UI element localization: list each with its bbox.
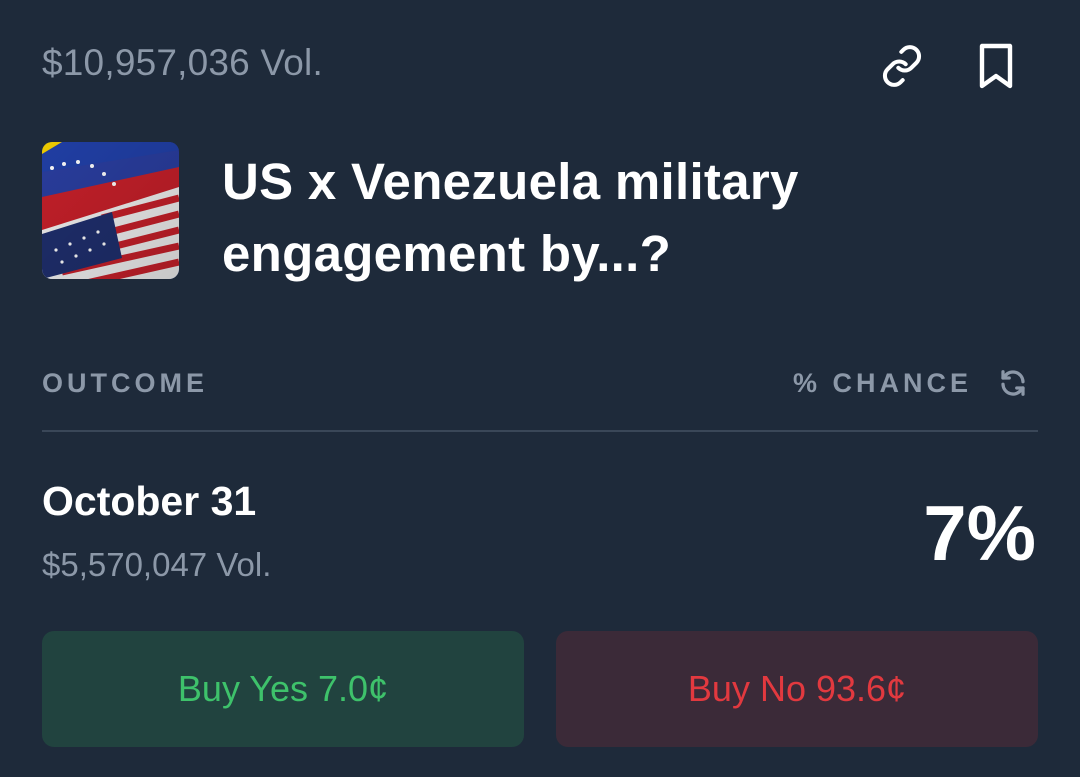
outcome-volume: $5,570,047 Vol. [42,546,272,583]
flag-image [42,142,179,279]
refresh-button[interactable] [994,364,1032,402]
outcome-name: October 31 [42,478,257,524]
buy-yes-button[interactable]: Buy Yes 7.0¢ [42,631,524,747]
market-title: US x Venezuela military engagement by...… [222,153,799,282]
chance-column-header: % CHANCE [792,368,972,398]
outcome-chance: 7% [923,489,1036,577]
outcome-column-header: OUTCOME [42,368,208,398]
refresh-icon [1001,370,1025,396]
buy-no-button[interactable]: Buy No 93.6¢ [556,631,1038,747]
link-icon [882,45,922,87]
market-thumbnail [42,142,179,279]
market-card: $10,957,036 Vol. US x Venezuela military… [0,0,1080,777]
market-volume: $10,957,036 Vol. [42,42,323,83]
bookmark-icon [979,43,1013,89]
bookmark-button[interactable] [972,40,1020,92]
copy-link-button[interactable] [878,40,926,92]
header-divider [42,430,1038,432]
